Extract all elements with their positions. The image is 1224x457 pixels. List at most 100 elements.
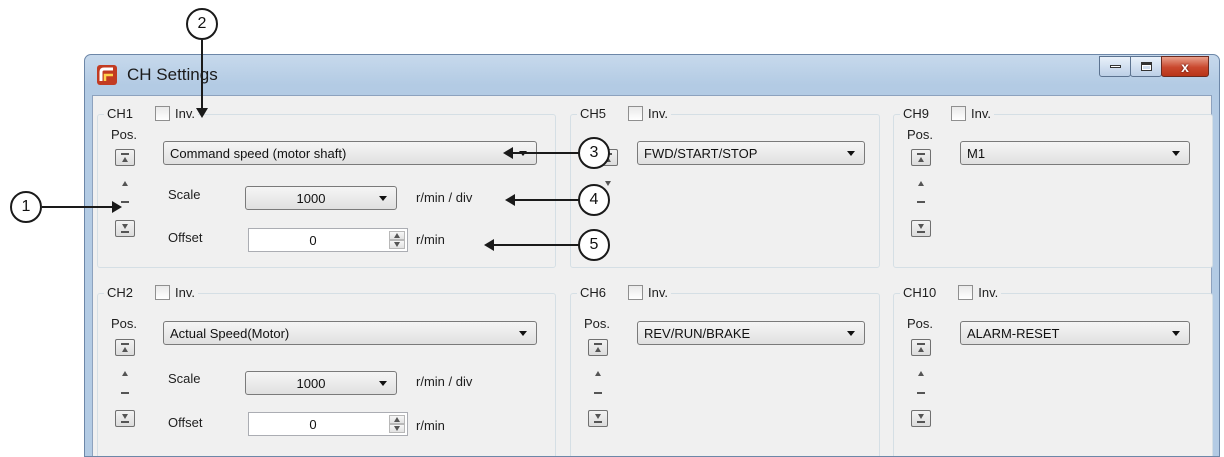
scale-value-ch2: 1000 [296, 375, 326, 391]
offset-label-ch2: Offset [168, 415, 203, 430]
chevron-down-icon [379, 196, 387, 201]
group-ch5: CH5 Inv. FWD/START/STOP [570, 106, 880, 268]
offset-label-ch1: Offset [168, 230, 203, 245]
signal-select-ch9[interactable]: M1 [960, 141, 1190, 165]
pos-label-ch6: Pos. [584, 316, 611, 331]
callout-5: 5 [578, 229, 610, 261]
arrow-head-icon [505, 194, 515, 206]
arrow-head-icon [484, 239, 494, 251]
stepper-down-icon[interactable] [389, 424, 405, 433]
pos-down-button-ch9[interactable] [917, 201, 925, 203]
group-ch10: CH10 Inv. Pos. ALARM-RESET [893, 285, 1213, 456]
top-bar-icon [121, 153, 129, 155]
channel-label-ch1: CH1 [107, 106, 134, 121]
pos-up-button-ch2[interactable] [122, 371, 128, 376]
offset-spinbox-ch2[interactable]: 0 [248, 412, 408, 436]
close-icon: x [1181, 58, 1189, 75]
pos-up-button-ch9[interactable] [918, 181, 924, 186]
callout-line-1 [42, 206, 116, 208]
offset-unit-ch2: r/min [416, 418, 445, 433]
group-ch10-header: CH10 Inv. [900, 285, 1002, 300]
group-ch6: CH6 Inv. Pos. REV/RUN/BRAKE [570, 285, 880, 456]
callout-3: 3 [578, 137, 610, 169]
pos-bottom-button-ch2[interactable] [115, 410, 135, 427]
minimize-button[interactable] [1099, 56, 1131, 77]
signal-select-ch2[interactable]: Actual Speed(Motor) [163, 321, 537, 345]
group-ch5-header: CH5 Inv. [577, 106, 672, 121]
scale-label-ch1: Scale [168, 187, 201, 202]
bottom-bar-icon [917, 231, 925, 233]
client-area: CH1 Inv. Pos. Command speed (motor shaft… [92, 95, 1213, 456]
pos-down-button-ch1[interactable] [121, 201, 129, 203]
stepper-up-icon[interactable] [389, 231, 405, 240]
callout-line-5 [492, 244, 580, 246]
pos-top-button-ch9[interactable] [911, 149, 931, 166]
arrow-head-icon [112, 201, 122, 213]
signal-select-ch10[interactable]: ALARM-RESET [960, 321, 1190, 345]
signal-value-ch5: FWD/START/STOP [644, 145, 758, 161]
pos-top-button-ch10[interactable] [911, 339, 931, 356]
pos-down-button-ch2[interactable] [121, 392, 129, 394]
pos-down-button-ch6[interactable] [594, 392, 602, 394]
callout-4: 4 [578, 184, 610, 216]
close-button[interactable]: x [1161, 56, 1209, 77]
signal-select-ch1[interactable]: Command speed (motor shaft) [163, 141, 537, 165]
signal-select-ch5[interactable]: FWD/START/STOP [637, 141, 865, 165]
top-bar-icon [917, 343, 925, 345]
inv-checkbox-ch2[interactable] [155, 285, 171, 300]
pos-top-button-ch6[interactable] [588, 339, 608, 356]
offset-value-ch1: 0 [309, 233, 317, 248]
stepper-down-icon[interactable] [389, 240, 405, 249]
pos-bottom-button-ch10[interactable] [911, 410, 931, 427]
channel-label-ch6: CH6 [580, 285, 607, 300]
pos-up-button-ch1[interactable] [122, 181, 128, 186]
group-ch9-header: CH9 Inv. [900, 106, 995, 121]
pos-top-button-ch2[interactable] [115, 339, 135, 356]
scale-label-ch2: Scale [168, 371, 201, 386]
signal-select-ch6[interactable]: REV/RUN/BRAKE [637, 321, 865, 345]
pos-down-button-ch10[interactable] [917, 392, 925, 394]
signal-value-ch1: Command speed (motor shaft) [170, 145, 347, 161]
chevron-down-icon [595, 414, 601, 419]
inv-checkbox-ch1[interactable] [155, 106, 171, 121]
offset-stepper-ch1[interactable] [389, 231, 405, 249]
inv-checkbox-ch9[interactable] [951, 106, 967, 121]
bottom-bar-icon [917, 421, 925, 423]
chevron-up-icon [918, 347, 924, 352]
offset-spinbox-ch1[interactable]: 0 [248, 228, 408, 252]
title-bar[interactable]: CH Settings x [85, 55, 1219, 95]
signal-value-ch9: M1 [967, 145, 986, 161]
offset-stepper-ch2[interactable] [389, 415, 405, 433]
channel-label-ch2: CH2 [107, 285, 134, 300]
pos-up-button-ch10[interactable] [918, 371, 924, 376]
maximize-button[interactable] [1130, 56, 1162, 77]
callout-line-4 [513, 199, 580, 201]
window-title: CH Settings [127, 65, 218, 84]
pos-bottom-button-ch9[interactable] [911, 220, 931, 237]
stepper-up-icon[interactable] [389, 415, 405, 424]
ch-settings-window: CH Settings x CH1 Inv. Pos. Command spee… [84, 54, 1220, 457]
inv-checkbox-ch5[interactable] [628, 106, 644, 121]
pos-up-button-ch6[interactable] [595, 371, 601, 376]
chevron-down-icon [519, 331, 527, 336]
chevron-down-icon [847, 331, 855, 336]
scale-select-ch2[interactable]: 1000 [245, 371, 397, 395]
pos-top-button-ch1[interactable] [115, 149, 135, 166]
pos-label-ch2: Pos. [111, 316, 138, 331]
inv-checkbox-ch6[interactable] [628, 285, 644, 300]
inv-label-ch9: Inv. [971, 106, 992, 121]
inv-checkbox-ch10[interactable] [958, 285, 974, 300]
channel-label-ch10: CH10 [903, 285, 937, 300]
chevron-up-icon [122, 157, 128, 162]
inv-label-ch10: Inv. [978, 285, 999, 300]
chevron-down-icon [847, 151, 855, 156]
pos-bottom-button-ch1[interactable] [115, 220, 135, 237]
chevron-up-icon [918, 157, 924, 162]
callout-line-3 [510, 152, 580, 154]
pos-down-button-ch5[interactable] [605, 181, 611, 186]
pos-bottom-button-ch6[interactable] [588, 410, 608, 427]
arrow-head-icon [196, 108, 208, 118]
chevron-down-icon [918, 224, 924, 229]
scale-unit-ch1: r/min / div [416, 190, 473, 205]
scale-select-ch1[interactable]: 1000 [245, 186, 397, 210]
